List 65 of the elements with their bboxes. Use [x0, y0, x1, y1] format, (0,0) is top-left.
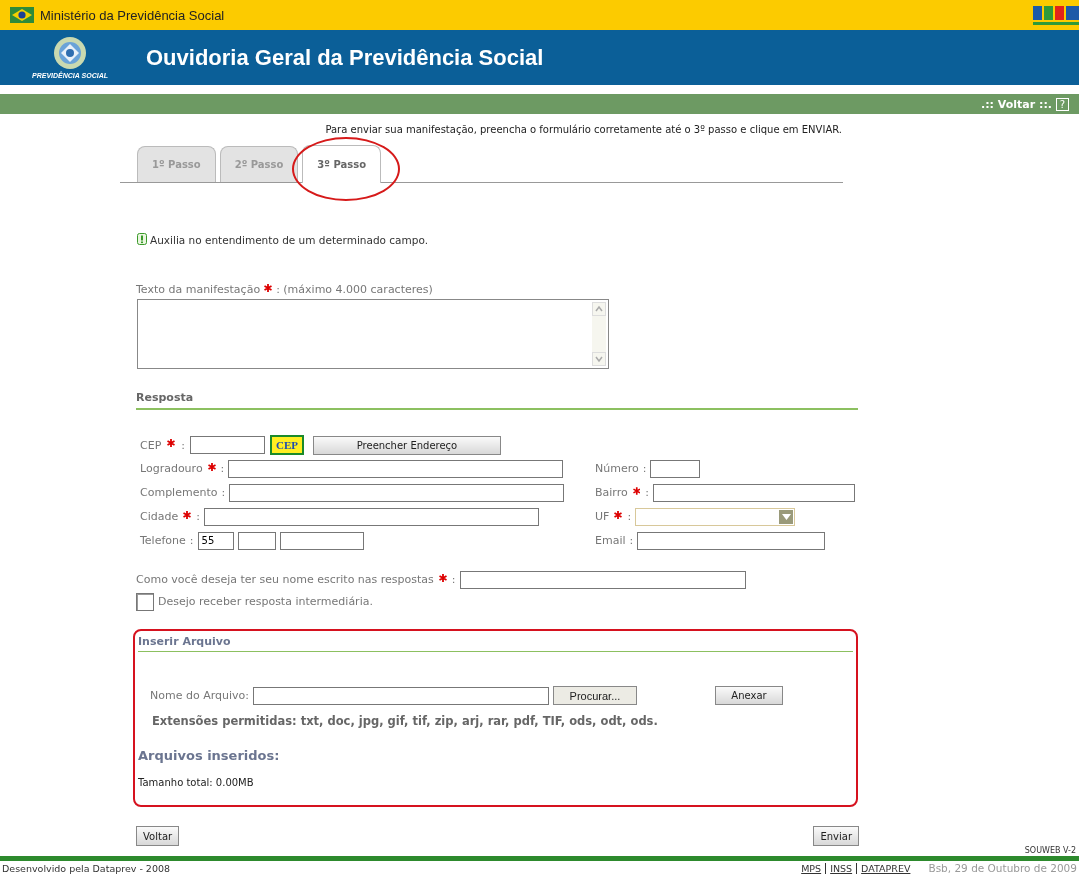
label-colon: : — [642, 462, 647, 475]
label-colon: : — [189, 534, 194, 547]
label-colon: : — [645, 486, 649, 499]
brand-logo — [1033, 4, 1079, 26]
browse-button[interactable]: Procurar... — [552, 686, 637, 705]
inserted-files-heading: Arquivos inseridos: — [138, 748, 281, 763]
phone-field[interactable] — [279, 531, 364, 550]
cep-field[interactable] — [190, 436, 265, 454]
text-field[interactable] — [652, 483, 855, 502]
area-code-field[interactable]: 55 — [197, 531, 234, 550]
label-colon: : — [196, 510, 200, 523]
flag-icon — [10, 7, 34, 23]
date-text: Bsb, 29 de Outubro de 2009 — [928, 862, 1077, 874]
total-size-text: Tamanho total: 0.00MB — [138, 777, 255, 788]
info-icon — [137, 233, 147, 247]
field-label: Como você deseja ter seu nome escrito nas respostas — [136, 573, 434, 586]
label-colon: : (máximo 4.000 caracteres) — [276, 283, 433, 296]
allowed-extensions-text: Extensões permitidas: txt, doc, jpg, gif, tif, zip, arj, rar, pdf, TIF, ods, odt, ods. — [152, 714, 659, 728]
version-text: SOUWEB V-2 — [1024, 846, 1076, 855]
footer-link[interactable]: DATAPREV — [856, 862, 911, 874]
checkbox[interactable] — [136, 592, 154, 611]
field-label: Telefone — [140, 534, 186, 547]
send-button[interactable]: Enviar — [813, 826, 859, 846]
logo-icon — [52, 36, 88, 70]
text-field[interactable] — [650, 459, 701, 478]
field-label: Número — [595, 462, 639, 475]
intro-text: Para enviar sua manifestação, preencha o formulário corretamente até o 3º passo e clique em ENVIAR. — [324, 124, 843, 135]
section-heading: Resposta — [136, 391, 858, 410]
checkbox-label: Desejo receber resposta intermediária. — [158, 595, 373, 608]
fill-address-button[interactable]: Preencher Endereço — [313, 435, 501, 455]
step-tab[interactable]: 3º Passo — [302, 145, 381, 183]
field-label: Nome do Arquivo: — [150, 689, 249, 702]
label-colon: : — [220, 462, 225, 475]
prefix-field[interactable] — [237, 531, 276, 550]
credit-text: Desenvolvido pela Dataprev - 2008 — [2, 862, 171, 874]
ministry-title: Ministério da Previdência Social — [40, 7, 225, 23]
message-textarea[interactable] — [137, 299, 609, 369]
label-colon: : — [627, 510, 632, 523]
state-dropdown[interactable] — [635, 507, 796, 526]
field-label: UF — [595, 510, 610, 523]
field-label: CEP — [140, 438, 162, 452]
section-heading: Inserir Arquivo — [138, 635, 853, 652]
file-field[interactable] — [252, 686, 549, 705]
field-label: Bairro — [595, 486, 628, 499]
field-label: Complemento — [140, 486, 218, 499]
field-label: Cidade — [140, 510, 179, 523]
label-colon: : — [181, 438, 185, 452]
cep-button[interactable]: CEP — [270, 435, 304, 455]
text-field[interactable] — [229, 483, 565, 502]
back-button[interactable]: Voltar — [136, 826, 180, 846]
name-field[interactable] — [459, 570, 746, 589]
footer-link[interactable]: INSS — [825, 862, 853, 874]
label-colon: : — [629, 534, 634, 547]
label-colon: : — [451, 573, 456, 586]
hint-text: Auxilia no entendimento de um determinado campo. — [150, 234, 428, 246]
text-field[interactable] — [203, 507, 539, 526]
field-label: Logradouro — [140, 462, 203, 475]
field-label: Texto da manifestação — [136, 283, 261, 296]
label-colon: : — [221, 486, 226, 499]
footer-link[interactable]: MPS — [801, 862, 822, 874]
text-field[interactable] — [228, 459, 564, 478]
text-field[interactable] — [637, 531, 826, 550]
attach-button[interactable]: Anexar — [714, 686, 783, 705]
field-label: Email — [595, 534, 626, 547]
page-title: Ouvidoria Geral da Previdência Social — [146, 44, 544, 71]
